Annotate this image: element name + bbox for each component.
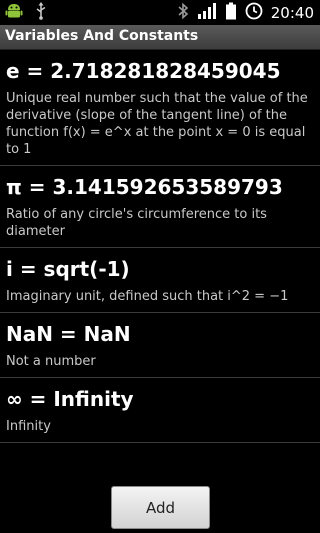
status-bar: 20:40 — [0, 0, 320, 25]
title-bar: Variables And Constants — [0, 25, 320, 50]
alarm-icon — [245, 2, 263, 24]
list-item[interactable]: e = 2.718281828459045 Unique real number… — [0, 50, 320, 166]
list-item[interactable]: π = 3.141592653589793 Ratio of any circl… — [0, 166, 320, 248]
usb-icon — [34, 1, 48, 24]
item-description: Unique real number such that the value o… — [6, 91, 308, 157]
list-item[interactable]: NaN = NaN Not a number — [0, 313, 320, 378]
signal-icon — [197, 2, 217, 24]
item-description: Infinity — [6, 419, 51, 434]
constants-list: e = 2.718281828459045 Unique real number… — [0, 50, 320, 443]
list-item[interactable]: i = sqrt(-1) Imaginary unit, defined suc… — [0, 248, 320, 313]
item-name: i = sqrt(-1) — [6, 257, 130, 281]
app-title: Variables And Constants — [5, 28, 199, 44]
item-name: NaN = NaN — [6, 322, 131, 346]
button-bar: Add — [0, 478, 320, 533]
item-name: ∞ = Infinity — [6, 387, 134, 411]
item-description: Imaginary unit, defined such that i^2 = … — [6, 289, 289, 304]
battery-icon — [225, 2, 237, 24]
list-item[interactable]: ∞ = Infinity Infinity — [0, 378, 320, 443]
status-time: 20:40 — [270, 3, 314, 22]
item-name: e = 2.718281828459045 — [6, 59, 281, 83]
item-description: Ratio of any circle's circumference to i… — [6, 207, 267, 239]
bluetooth-icon — [177, 2, 189, 24]
item-description: Not a number — [6, 354, 96, 369]
android-icon — [4, 1, 24, 25]
add-button[interactable]: Add — [111, 486, 210, 529]
item-name: π = 3.141592653589793 — [6, 175, 283, 199]
